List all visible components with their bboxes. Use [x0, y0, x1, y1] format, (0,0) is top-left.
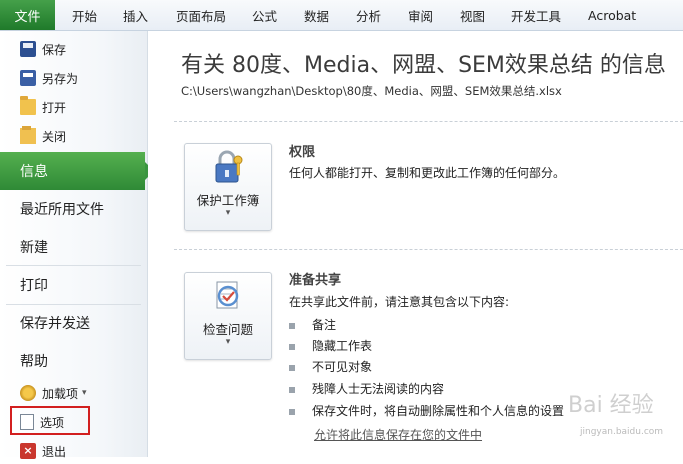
list-item: 隐藏工作表 — [289, 337, 372, 354]
nav-item-new-label: 新建 — [20, 240, 48, 256]
check-for-issues-button[interactable]: 检查问题 ▾ — [184, 272, 272, 360]
save-icon — [20, 41, 36, 57]
list-item: 不可见对象 — [289, 358, 372, 375]
backstage-nav: 保存 另存为 打开 关闭 信息 最近所用文件 新建 打印 保存并发送 帮助 加载… — [0, 31, 154, 459]
save-as-command[interactable]: 另存为 — [0, 65, 147, 91]
chevron-down-icon: ▾ — [225, 337, 231, 347]
tab-formulas[interactable]: 公式 — [252, 0, 277, 30]
tab-page-layout[interactable]: 页面布局 — [176, 0, 226, 30]
nav-item-help-label: 帮助 — [20, 354, 48, 370]
section-divider — [174, 121, 683, 122]
protect-workbook-button[interactable]: 保护工作簿 ▾ — [184, 143, 272, 231]
options-highlight-box — [10, 406, 90, 435]
nav-item-recent[interactable]: 最近所用文件 — [0, 190, 147, 228]
nav-item-save-send[interactable]: 保存并发送 — [0, 304, 147, 342]
lock-key-icon — [215, 150, 243, 183]
tab-analyze[interactable]: 分析 — [356, 0, 381, 30]
nav-item-save-send-label: 保存并发送 — [20, 316, 90, 332]
tab-developer[interactable]: 开发工具 — [511, 0, 561, 30]
nav-item-info-label: 信息 — [20, 164, 48, 180]
prepare-sharing-heading: 准备共享 — [289, 273, 342, 288]
nav-item-recent-label: 最近所用文件 — [20, 202, 104, 218]
tab-insert[interactable]: 插入 — [123, 0, 148, 30]
nav-item-help[interactable]: 帮助 — [0, 342, 147, 380]
inspect-document-icon — [216, 281, 239, 309]
list-item: 残障人士无法阅读的内容 — [289, 380, 444, 397]
save-label: 保存 — [42, 42, 67, 57]
page-title: 有关 80度、Media、网盟、SEM效果总结 的信息 — [181, 53, 666, 78]
open-label: 打开 — [42, 100, 67, 115]
open-command[interactable]: 打开 — [0, 94, 147, 120]
prepare-sharing-text: 在共享此文件前，请注意其包含以下内容: — [289, 295, 510, 309]
save-as-icon — [20, 70, 36, 86]
addins-label: 加载项 — [42, 386, 79, 401]
folder-open-icon — [20, 96, 36, 115]
close-label: 关闭 — [42, 129, 67, 144]
file-tab[interactable]: 文件 — [0, 0, 55, 30]
addins-command[interactable]: 加载项 ▾ — [0, 380, 147, 406]
tab-acrobat[interactable]: Acrobat — [588, 0, 636, 30]
permissions-heading: 权限 — [289, 145, 316, 160]
baidu-watermark: Bai 经验 — [568, 393, 654, 418]
section-divider — [174, 249, 683, 250]
tab-view[interactable]: 视图 — [460, 0, 485, 30]
tab-review[interactable]: 审阅 — [408, 0, 433, 30]
list-item: 保存文件时，将自动删除属性和个人信息的设置 — [289, 402, 564, 419]
chevron-down-icon: ▾ — [82, 388, 87, 398]
gear-addin-icon — [20, 385, 36, 401]
nav-item-info[interactable]: 信息 — [0, 152, 154, 190]
ribbon-tab-bar: 文件 开始 插入 页面布局 公式 数据 分析 审阅 视图 开发工具 Acroba… — [0, 0, 683, 31]
protect-workbook-label: 保护工作簿 — [196, 193, 260, 208]
folder-close-icon — [20, 126, 36, 144]
check-for-issues-label: 检查问题 — [202, 322, 253, 337]
baidu-watermark-url: jingyan.baidu.com — [580, 427, 664, 437]
nav-item-new[interactable]: 新建 — [0, 228, 147, 266]
nav-item-print[interactable]: 打印 — [0, 266, 147, 304]
nav-item-print-label: 打印 — [20, 278, 48, 294]
save-command[interactable]: 保存 — [0, 36, 147, 62]
save-as-label: 另存为 — [42, 71, 79, 86]
chevron-down-icon: ▾ — [225, 208, 231, 218]
allow-save-info-link[interactable]: 允许将此信息保存在您的文件中 — [314, 426, 482, 443]
exit-command[interactable]: × 退出 — [0, 438, 147, 464]
info-pane: 有关 80度、Media、网盟、SEM效果总结 的信息 C:\Users\wan… — [148, 31, 683, 457]
file-path: C:\Users\wangzhan\Desktop\80度、Media、网盟、S… — [181, 84, 562, 98]
tab-home[interactable]: 开始 — [72, 0, 97, 30]
list-item: 备注 — [289, 316, 336, 333]
permissions-text: 任何人都能打开、复制和更改此工作簿的任何部分。 — [289, 166, 566, 180]
tab-data[interactable]: 数据 — [304, 0, 329, 30]
close-command[interactable]: 关闭 — [0, 123, 147, 149]
